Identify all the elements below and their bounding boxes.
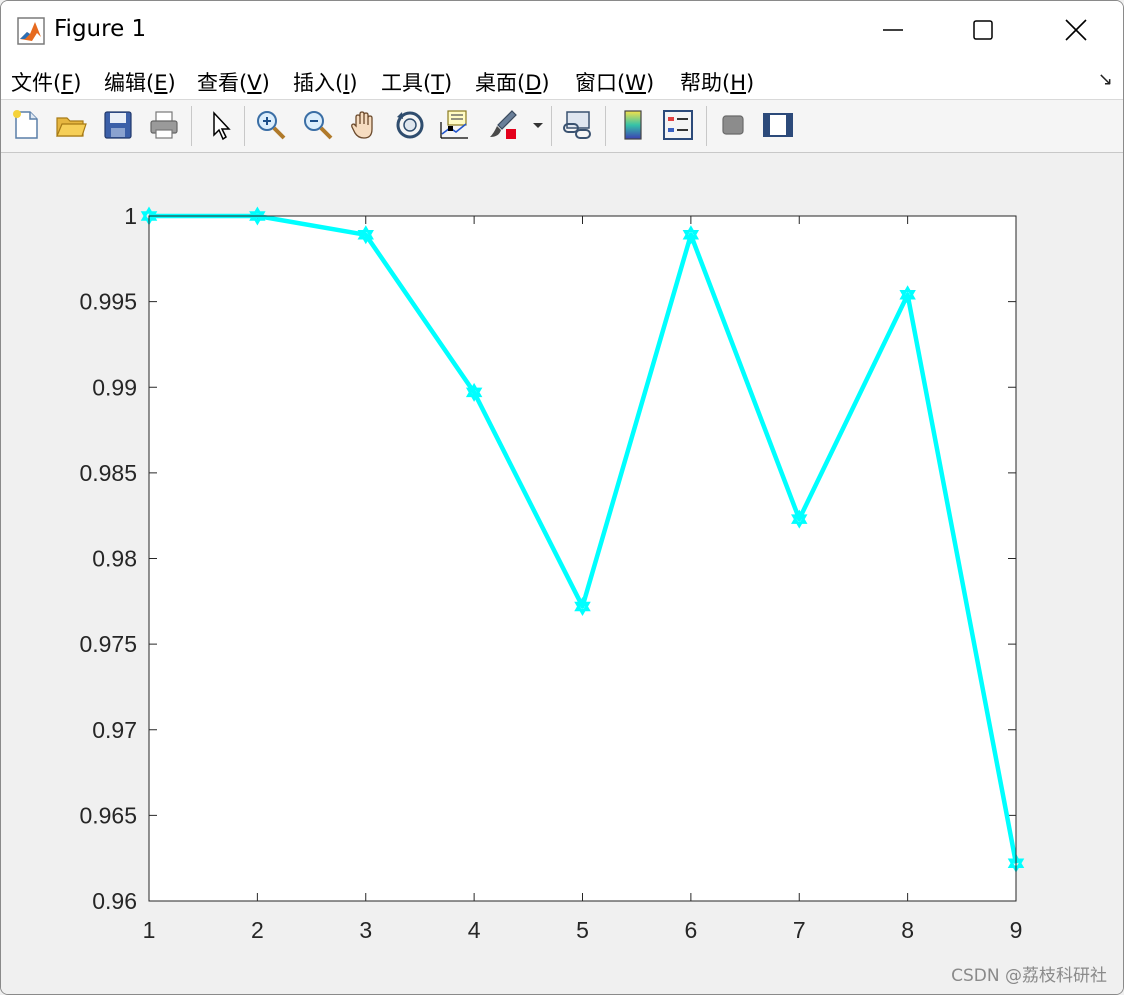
hide-plot-tools-icon[interactable]	[716, 108, 750, 142]
y-tick-label: 0.985	[79, 460, 137, 486]
edit-plot-arrow-icon[interactable]	[204, 108, 238, 142]
menu-tools[interactable]: 工具(T)	[381, 67, 452, 97]
brush-dropdown-icon[interactable]	[531, 108, 545, 142]
data-cursor-icon[interactable]	[438, 108, 472, 142]
x-tick-label: 1	[143, 917, 156, 943]
open-file-icon[interactable]	[54, 108, 88, 142]
menu-desktop[interactable]: 桌面(D)	[475, 67, 550, 97]
menu-view[interactable]: 查看(V)	[197, 67, 270, 97]
menu-file[interactable]: 文件(F)	[11, 67, 82, 97]
link-plot-icon[interactable]	[561, 108, 595, 142]
toolbar-separator	[706, 106, 707, 146]
plot-area	[149, 216, 1016, 901]
menu-bar: 文件(F) 编辑(E) 查看(V) 插入(I) 工具(T) 桌面(D) 窗口(W…	[1, 59, 1123, 100]
pan-hand-icon[interactable]	[347, 108, 381, 142]
y-tick-label: 0.995	[79, 289, 137, 315]
x-tick-label: 3	[359, 917, 372, 943]
minimize-icon	[883, 29, 903, 31]
maximize-icon	[973, 20, 993, 40]
dock-figure-icon[interactable]: ↘	[1098, 69, 1113, 90]
colorbar-icon[interactable]	[616, 108, 650, 142]
y-tick-label: 0.99	[92, 374, 137, 400]
save-icon[interactable]	[101, 108, 135, 142]
x-tick-label: 8	[901, 917, 914, 943]
x-tick-label: 4	[468, 917, 481, 943]
x-tick-label: 9	[1010, 917, 1023, 943]
print-icon[interactable]	[147, 108, 181, 142]
menu-insert[interactable]: 插入(I)	[293, 67, 358, 97]
y-tick-label: 0.965	[79, 802, 137, 828]
legend-icon[interactable]	[661, 108, 695, 142]
close-button[interactable]	[1029, 1, 1123, 59]
figure-window: Figure 1 文件(F) 编辑(E) 查看(V) 插入(I) 工具(T) 桌…	[0, 0, 1124, 995]
menu-help[interactable]: 帮助(H)	[680, 67, 754, 97]
x-tick-label: 5	[576, 917, 589, 943]
menu-window[interactable]: 窗口(W)	[575, 67, 654, 97]
rotate-3d-icon[interactable]	[393, 108, 427, 142]
line-chart: 0.96 0.965 0.97 0.975 0.98 0.985 0.99 0.995 1 1 2 3…	[79, 203, 1025, 943]
zoom-in-icon[interactable]	[254, 108, 288, 142]
x-tick-label: 7	[793, 917, 806, 943]
toolbar-separator	[244, 106, 245, 146]
window-title: Figure 1	[54, 16, 147, 42]
new-figure-icon[interactable]	[9, 108, 43, 142]
y-tick-label: 1	[124, 203, 137, 229]
y-tick-label: 0.98	[92, 546, 137, 572]
y-tick-label: 0.975	[79, 631, 137, 657]
brush-icon[interactable]	[486, 108, 520, 142]
toolbar-separator	[551, 106, 552, 146]
maximize-button[interactable]	[936, 1, 1030, 59]
zoom-out-icon[interactable]	[301, 108, 335, 142]
minimize-button[interactable]	[846, 1, 940, 59]
y-tick-label: 0.97	[92, 717, 137, 743]
title-bar: Figure 1	[1, 1, 1123, 59]
figure-toolbar	[1, 100, 1123, 153]
x-tick-label: 6	[684, 917, 697, 943]
toolbar-separator	[191, 106, 192, 146]
figure-canvas: 0.96 0.965 0.97 0.975 0.98 0.985 0.99 0.995 1 1 2 3…	[1, 153, 1123, 994]
menu-edit[interactable]: 编辑(E)	[104, 67, 176, 97]
x-tick-label: 2	[251, 917, 264, 943]
show-plot-tools-icon[interactable]	[761, 108, 795, 142]
matlab-logo-icon	[17, 17, 45, 45]
watermark: CSDN @荔枝科研社	[951, 966, 1107, 986]
y-tick-label: 0.96	[92, 888, 137, 914]
close-icon	[1065, 19, 1087, 41]
toolbar-separator	[605, 106, 606, 146]
